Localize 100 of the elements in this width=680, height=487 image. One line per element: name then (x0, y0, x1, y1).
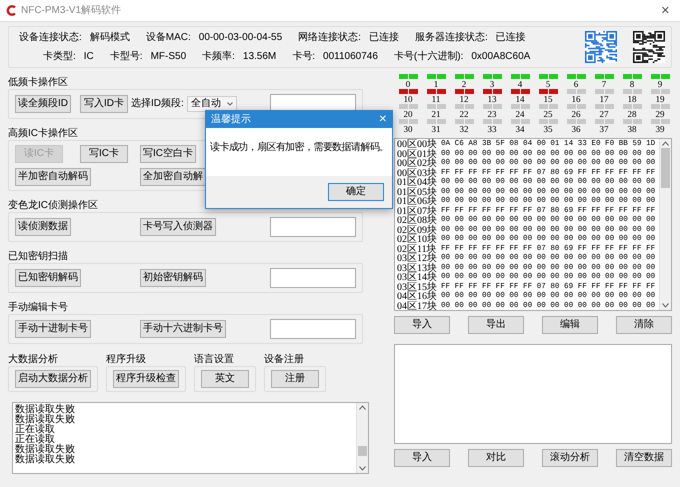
input-field[interactable] (270, 217, 356, 237)
button[interactable]: 写入ID卡 (80, 95, 128, 113)
button[interactable]: 全加密自动解 (140, 168, 206, 186)
info-value: 0011060746 (323, 50, 378, 62)
button[interactable]: 编辑 (542, 316, 598, 334)
sector-number: 39 (656, 124, 664, 134)
log-line: 数据读取失败 (15, 405, 76, 415)
dropdown-value: 全自动 (190, 98, 221, 110)
sector-number: 38 (628, 124, 636, 134)
sector-number: 9 (658, 79, 662, 89)
sector-number: 24 (516, 109, 524, 119)
button[interactable]: 导出 (468, 316, 524, 334)
button[interactable]: 清空数据 (616, 449, 672, 467)
block-label: 01区07块 (397, 206, 438, 216)
sector-number: 15 (544, 94, 552, 104)
button[interactable]: 程序升级检查 (113, 370, 179, 388)
button[interactable]: 半加密自动解码 (15, 168, 91, 186)
button[interactable]: 读全频段ID (15, 95, 71, 113)
sector-number: 2 (462, 79, 466, 89)
log-line: 正在读取 (15, 425, 56, 435)
button[interactable]: 导入 (394, 449, 450, 467)
dialog-message: 读卡成功，扇区有加密，需要数据请解码。 (210, 142, 389, 154)
scroll-down-icon[interactable] (662, 303, 669, 308)
sector-number: 20 (404, 109, 412, 119)
section-title: 设备注册 (264, 354, 304, 366)
info-label: 设备连接状态: (19, 32, 82, 44)
close-button[interactable]: ✕ (378, 114, 387, 126)
log-line: 数据读取失败 (15, 415, 76, 425)
text-area[interactable] (394, 344, 672, 444)
button[interactable]: 卡号写入侦测器 (140, 218, 216, 236)
section-title: 低频卡操作区 (8, 77, 68, 89)
sector-number: 7 (602, 79, 606, 89)
button[interactable]: 清除 (616, 316, 672, 334)
button[interactable]: 启动大数据分析 (15, 370, 91, 388)
log-line: 数据读取失败 (15, 445, 76, 455)
select-label: 选择ID频段: (131, 98, 184, 110)
block-label: 03区15块 (397, 282, 438, 292)
input-field[interactable] (270, 268, 356, 288)
info-label: 卡号(十六进制): (394, 50, 464, 62)
block-label: 01区06块 (397, 197, 438, 206)
info-value: 已连接 (496, 32, 526, 44)
block-label: 03区14块 (397, 273, 438, 282)
block-label: 02区08块 (397, 216, 438, 226)
block-label: 02区09块 (397, 226, 438, 235)
sector-number: 23 (488, 109, 496, 119)
button[interactable]: 读侦测数据 (15, 218, 71, 236)
section-title: 程序升级 (106, 354, 146, 366)
scrollbar[interactable] (356, 403, 368, 473)
button[interactable]: 对比 (468, 449, 524, 467)
sector-number: 17 (600, 94, 608, 104)
log-line: 正在读取 (15, 435, 56, 445)
close-button[interactable]: ✕ (656, 4, 674, 16)
info-value: 00-00-03-00-04-55 (198, 32, 282, 44)
scroll-thumb[interactable] (661, 148, 670, 188)
section-title: 已知密钥扫描 (8, 251, 68, 263)
sector-number: 30 (404, 124, 412, 134)
block-label: 04区17块 (397, 302, 438, 311)
block-label: 02区11块 (397, 244, 438, 254)
button[interactable]: 注册 (271, 370, 319, 388)
sector-number: 3 (490, 79, 494, 89)
block-label: 01区04块 (397, 178, 438, 188)
block-label: 00区01块 (397, 150, 438, 159)
button[interactable]: 导入 (394, 316, 450, 334)
button[interactable]: 已知密钥解码 (15, 269, 81, 287)
info-label: 卡号: (292, 50, 316, 62)
dialog-title: 温馨提示 (211, 114, 251, 126)
block-label: 00区00块 (397, 140, 438, 150)
button[interactable]: 写IC卡 (80, 145, 128, 163)
sector-number: 32 (460, 124, 468, 134)
sector-number: 37 (600, 124, 608, 134)
scroll-up-icon[interactable] (662, 141, 669, 146)
info-value: 0x00A8C60A (471, 50, 530, 62)
scroll-thumb[interactable] (358, 446, 367, 456)
button[interactable]: 手动十六进制卡号 (140, 320, 226, 338)
button[interactable]: 滚动分析 (542, 449, 598, 467)
button[interactable]: 初始密钥解码 (140, 269, 206, 287)
button[interactable]: 写IC空白卡 (140, 145, 196, 163)
button[interactable]: 手动十进制卡号 (15, 320, 91, 338)
sector-number: 22 (460, 109, 468, 119)
section-title: 语言设置 (194, 354, 234, 366)
info-value: 解码模式 (90, 32, 130, 44)
qr-code-icon (633, 31, 665, 63)
sector-number: 12 (460, 94, 468, 104)
info-value: 已连接 (368, 32, 399, 44)
button[interactable]: 英文 (201, 370, 249, 388)
block-label: 01区05块 (397, 188, 438, 197)
block-label: 00区02块 (397, 159, 438, 168)
info-label: 卡频率: (202, 50, 235, 62)
scroll-up-icon[interactable] (359, 405, 366, 410)
scrollbar[interactable] (659, 139, 671, 310)
id-band-dropdown[interactable]: 全自动 (186, 96, 237, 112)
scroll-down-icon[interactable] (359, 466, 366, 471)
sector-number: 26 (572, 109, 580, 119)
info-label: 卡型号: (110, 50, 143, 62)
sector-number: 36 (572, 124, 580, 134)
sector-number: 35 (544, 124, 552, 134)
input-field[interactable] (270, 319, 356, 339)
app-logo-icon (6, 5, 17, 16)
ok-button[interactable]: 确定 (328, 183, 384, 201)
info-label: 设备MAC: (146, 32, 191, 44)
